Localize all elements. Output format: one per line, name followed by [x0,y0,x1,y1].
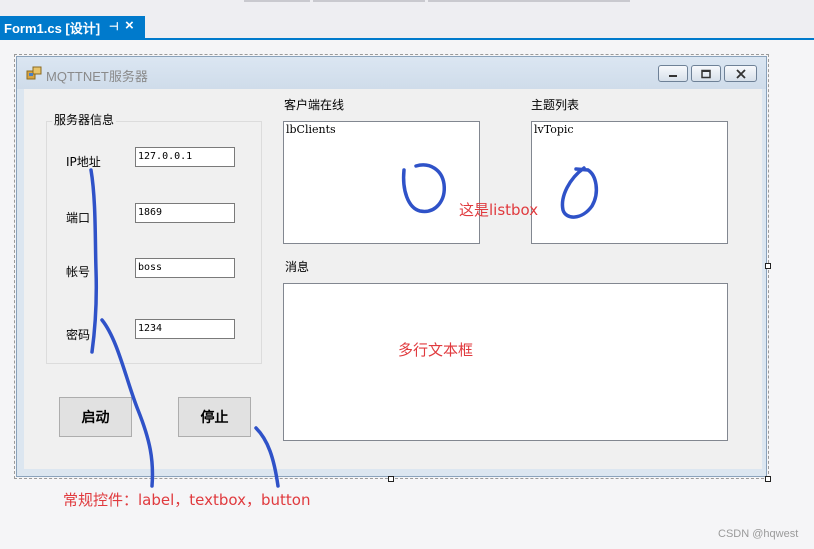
ink-line-textboxes [100,318,155,488]
ink-circle-topics [560,166,599,219]
controls-annotation: 常规控件：label，textbox，button [63,491,311,509]
listbox-annotation: 这是listbox [459,201,539,219]
watermark: CSDN @hqwest [718,528,799,540]
ink-line-labels [89,168,99,354]
textbox-annotation: 多行文本框 [398,341,474,359]
annotation-ink-layer [89,163,599,488]
ink-line-button [254,426,280,488]
ink-circle-clients [401,163,446,214]
